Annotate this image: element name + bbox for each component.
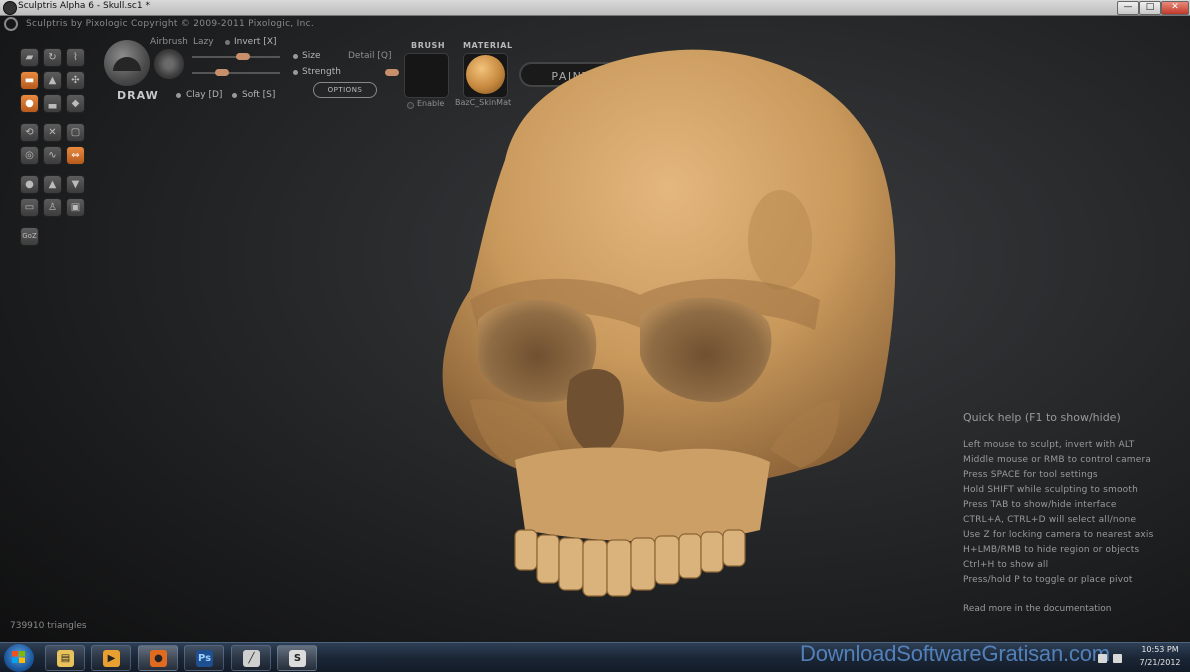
tray-time: 10:53 PM	[1141, 645, 1179, 654]
quick-help-line: Press/hold P to toggle or place pivot	[963, 575, 1133, 585]
quick-help-footer[interactable]: Read more in the documentation	[963, 604, 1112, 614]
windows-logo-icon	[12, 651, 25, 663]
quick-help-line: Ctrl+H to show all	[963, 560, 1049, 570]
watermark-text: DownloadSoftwareGratisan.com	[800, 641, 1110, 666]
mediaplayer-taskbar-button[interactable]: ▶	[91, 645, 131, 671]
sculptris-taskbar-button[interactable]: S	[277, 645, 317, 671]
quick-help-title: Quick help (F1 to show/hide)	[963, 411, 1121, 424]
folder-icon: ▤	[57, 650, 74, 667]
quick-help-line: Hold SHIFT while sculpting to smooth	[963, 485, 1138, 495]
quick-help-line: Press TAB to show/hide interface	[963, 500, 1117, 510]
network-icon[interactable]	[1098, 654, 1107, 663]
brush-icon: ╱	[243, 650, 260, 667]
brush-taskbar-button[interactable]: ╱	[231, 645, 271, 671]
quick-help-line: H+LMB/RMB to hide region or objects	[963, 545, 1140, 555]
quick-help-line: Middle mouse or RMB to control camera	[963, 455, 1152, 465]
photoshop-taskbar-button[interactable]: Ps	[184, 645, 224, 671]
volume-icon[interactable]	[1113, 654, 1122, 663]
start-button[interactable]	[4, 644, 34, 672]
photoshop-icon: Ps	[196, 650, 213, 667]
explorer-taskbar-button[interactable]: ▤	[45, 645, 85, 671]
skull-mesh[interactable]	[442, 49, 896, 597]
quick-help-line: Left mouse to sculpt, invert with ALT	[963, 440, 1135, 450]
quick-help-line: Use Z for locking camera to nearest axis	[963, 530, 1154, 540]
triangle-count: 739910 triangles	[10, 621, 87, 631]
firefox-taskbar-button[interactable]: ●	[138, 645, 178, 671]
quick-help-line: CTRL+A, CTRL+D will select all/none	[963, 515, 1137, 525]
sculptris-icon: S	[289, 650, 306, 667]
play-icon: ▶	[103, 650, 120, 667]
firefox-icon: ●	[150, 650, 167, 667]
tray-date: 7/21/2012	[1139, 658, 1181, 667]
skull-model-viewport[interactable]	[0, 0, 1190, 672]
quick-help-line: Press SPACE for tool settings	[963, 470, 1098, 480]
sculptris-window: Sculptris Alpha 6 - Skull.sc1 * — □ ✕ Sc…	[0, 0, 1190, 672]
